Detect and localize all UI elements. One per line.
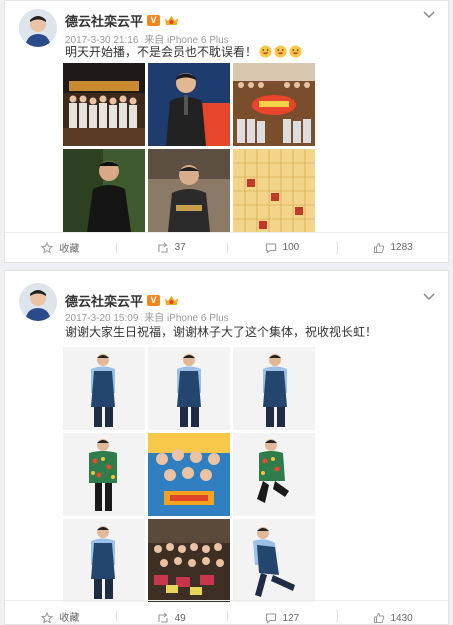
photo-thumbnail[interactable] (233, 433, 315, 516)
favorite-button[interactable]: 收藏 (5, 601, 116, 624)
post-text-content: 明天开始播，不是会员也不耽误看！ (65, 45, 258, 59)
comment-count: 100 (282, 242, 300, 253)
post-text: 明天开始播，不是会员也不耽误看！ (65, 43, 302, 60)
photo-thumbnail[interactable] (148, 433, 230, 516)
repost-button[interactable]: 49 (115, 601, 227, 624)
photo-thumbnail[interactable] (148, 63, 230, 146)
post-text: 谢谢大家生日祝福，谢谢林子大了这个集体，祝收视长虹！ (65, 323, 377, 340)
star-icon (41, 241, 54, 254)
member-crown-icon[interactable] (164, 14, 179, 27)
repost-icon (158, 612, 168, 623)
repost-icon (158, 242, 168, 253)
like-button[interactable]: 1430 (337, 601, 448, 624)
photo-thumbnail[interactable] (63, 63, 145, 146)
photo-thumbnail[interactable] (63, 519, 145, 602)
photo-thumbnail[interactable] (148, 519, 230, 602)
weibo-post: 德云社栾云平 V 2017-3-20 15:09 来自 iPhone 6 Plu… (4, 270, 449, 625)
vip-badge-icon[interactable]: V (147, 295, 161, 306)
photo-thumbnail[interactable] (148, 347, 230, 430)
photo-thumbnail[interactable] (148, 149, 230, 232)
like-button[interactable]: 1283 (337, 233, 448, 262)
favorite-button[interactable]: 收藏 (5, 233, 116, 262)
photo-thumbnail[interactable] (63, 433, 145, 516)
avatar[interactable] (19, 283, 57, 321)
comment-icon (265, 613, 276, 624)
photo-grid (63, 63, 315, 232)
photo-thumbnail[interactable] (63, 347, 145, 430)
author-name[interactable]: 德云社栾云平 (65, 291, 143, 310)
like-count: 1430 (390, 613, 413, 624)
post-meta: 2017-3-20 15:09 来自 iPhone 6 Plus (65, 309, 229, 324)
thumbs-up-icon (373, 612, 384, 623)
like-count: 1283 (390, 242, 413, 253)
author-row: 德云社栾云平 V (65, 291, 179, 310)
photo-thumbnail[interactable] (233, 347, 315, 430)
photo-thumbnail[interactable] (233, 519, 315, 602)
repost-button[interactable]: 37 (115, 233, 227, 262)
post-text-content: 谢谢大家生日祝福，谢谢林子大了这个集体，祝收视长虹！ (65, 325, 378, 339)
favorite-label: 收藏 (59, 613, 80, 624)
favorite-label: 收藏 (59, 244, 80, 255)
photo-thumbnail[interactable] (63, 149, 145, 232)
grin-emoji-icon (259, 45, 272, 58)
comment-button[interactable]: 100 (226, 233, 338, 262)
thumbs-up-icon (373, 242, 384, 253)
weibo-post: 德云社栾云平 V 2017-3-30 21:16 来自 iPhone 6 Plu… (4, 0, 449, 263)
star-icon (41, 612, 54, 624)
action-bar: 收藏 37 100 1283 (5, 232, 448, 262)
author-name[interactable]: 德云社栾云平 (65, 11, 143, 30)
repost-count: 37 (174, 242, 186, 253)
repost-count: 49 (174, 613, 186, 624)
chevron-down-icon[interactable] (422, 289, 436, 301)
chevron-down-icon[interactable] (422, 7, 436, 19)
photo-grid (63, 347, 315, 602)
grin-emoji-icon (274, 45, 287, 58)
member-crown-icon[interactable] (164, 294, 179, 307)
grin-emoji-icon (289, 45, 302, 58)
vip-badge-icon[interactable]: V (147, 15, 161, 26)
comment-icon (265, 242, 276, 254)
action-bar: 收藏 49 127 1430 (5, 600, 448, 624)
author-row: 德云社栾云平 V (65, 11, 179, 30)
comment-button[interactable]: 127 (226, 601, 338, 624)
comment-count: 127 (282, 613, 300, 624)
photo-thumbnail[interactable] (233, 149, 315, 232)
photo-thumbnail[interactable] (233, 63, 315, 146)
avatar[interactable] (19, 9, 57, 47)
